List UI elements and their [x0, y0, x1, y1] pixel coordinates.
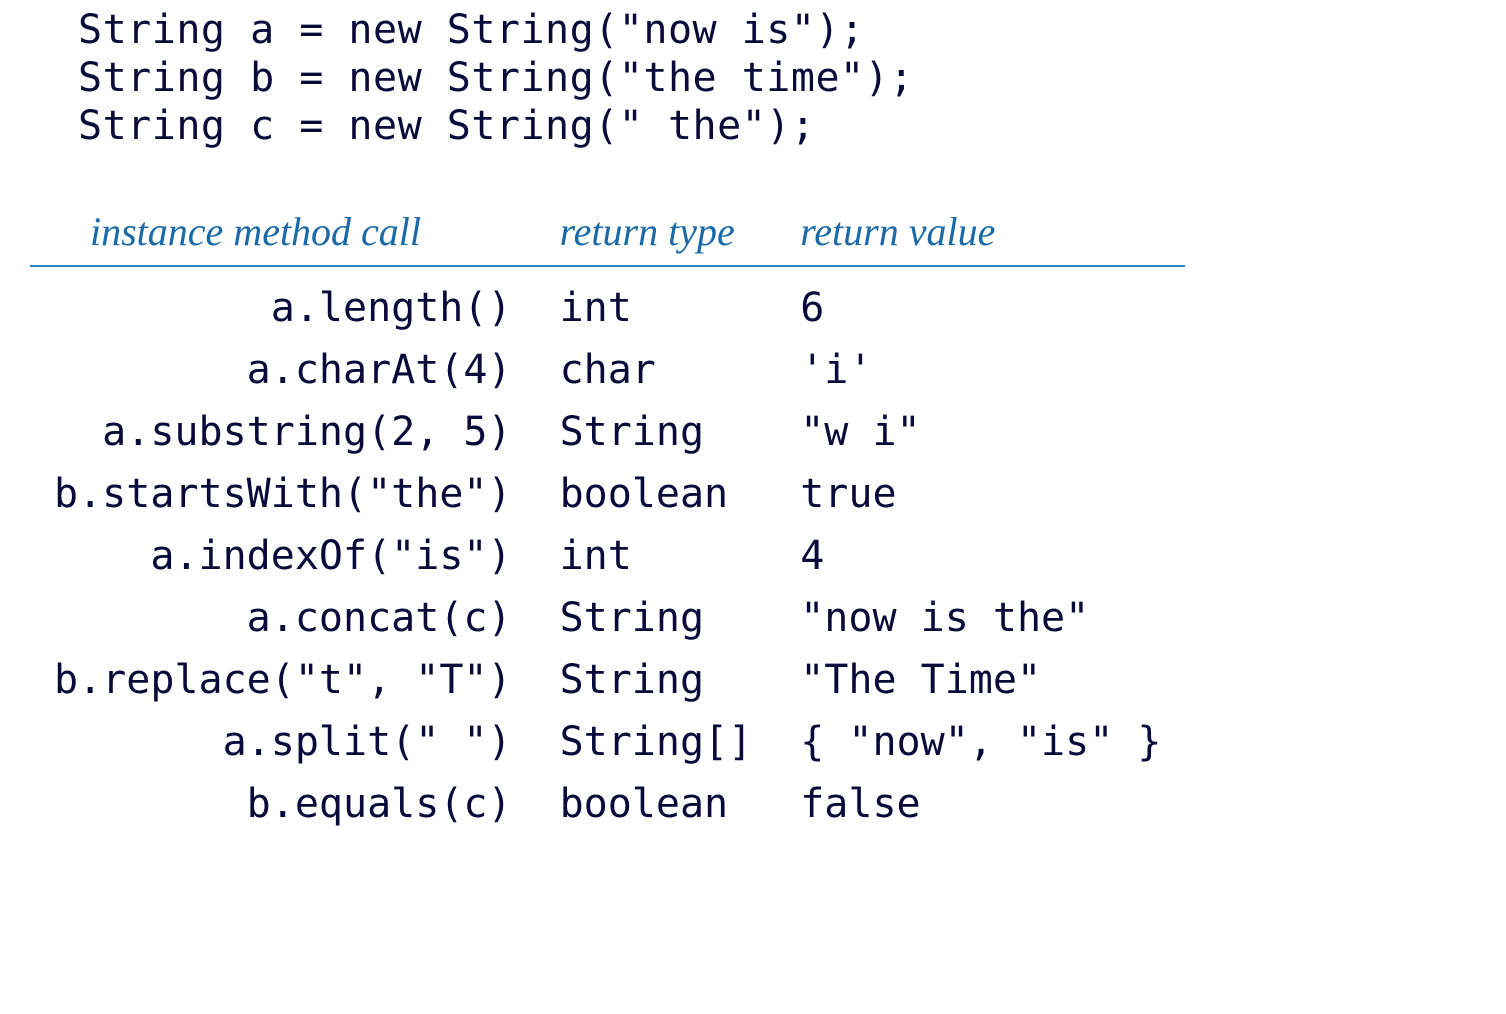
cell-rtype: int: [536, 525, 777, 587]
table-header-row: instance method call return type return …: [30, 202, 1185, 266]
cell-call: b.replace("t", "T"): [30, 649, 536, 711]
table-row: b.replace("t", "T") String "The Time": [30, 649, 1185, 711]
table-row: a.concat(c) String "now is the": [30, 587, 1185, 649]
header-return-value: return value: [776, 202, 1185, 266]
code-declarations: String a = new String("now is"); String …: [78, 6, 1486, 150]
cell-rvalue: "w i": [776, 401, 1185, 463]
code-line: String a = new String("now is");: [78, 6, 1486, 54]
cell-call: a.concat(c): [30, 587, 536, 649]
cell-call: a.length(): [30, 266, 536, 339]
cell-call: b.startsWith("the"): [30, 463, 536, 525]
cell-rvalue: "now is the": [776, 587, 1185, 649]
table-row: a.split(" ") String[] { "now", "is" }: [30, 711, 1185, 773]
code-line: String b = new String("the time");: [78, 54, 1486, 102]
header-instance-method-call: instance method call: [30, 202, 536, 266]
table-row: a.substring(2, 5) String "w i": [30, 401, 1185, 463]
cell-call: a.charAt(4): [30, 339, 536, 401]
cell-rvalue: { "now", "is" }: [776, 711, 1185, 773]
cell-rvalue: 6: [776, 266, 1185, 339]
cell-rtype: String: [536, 401, 777, 463]
table-row: b.equals(c) boolean false: [30, 773, 1185, 835]
cell-call: a.indexOf("is"): [30, 525, 536, 587]
cell-rvalue: "The Time": [776, 649, 1185, 711]
cell-call: b.equals(c): [30, 773, 536, 835]
cell-rtype: int: [536, 266, 777, 339]
table-row: b.startsWith("the") boolean true: [30, 463, 1185, 525]
cell-call: a.split(" "): [30, 711, 536, 773]
cell-rtype: String[]: [536, 711, 777, 773]
method-table: instance method call return type return …: [30, 202, 1185, 835]
method-table-wrap: instance method call return type return …: [30, 202, 1486, 835]
cell-rtype: String: [536, 649, 777, 711]
cell-rtype: String: [536, 587, 777, 649]
cell-rtype: char: [536, 339, 777, 401]
cell-rtype: boolean: [536, 773, 777, 835]
table-row: a.charAt(4) char 'i': [30, 339, 1185, 401]
cell-rvalue: true: [776, 463, 1185, 525]
cell-rtype: boolean: [536, 463, 777, 525]
cell-rvalue: false: [776, 773, 1185, 835]
cell-rvalue: 4: [776, 525, 1185, 587]
table-row: a.length() int 6: [30, 266, 1185, 339]
table-row: a.indexOf("is") int 4: [30, 525, 1185, 587]
code-line: String c = new String(" the");: [78, 102, 1486, 150]
cell-rvalue: 'i': [776, 339, 1185, 401]
page: String a = new String("now is"); String …: [0, 0, 1506, 1014]
cell-call: a.substring(2, 5): [30, 401, 536, 463]
header-return-type: return type: [536, 202, 777, 266]
